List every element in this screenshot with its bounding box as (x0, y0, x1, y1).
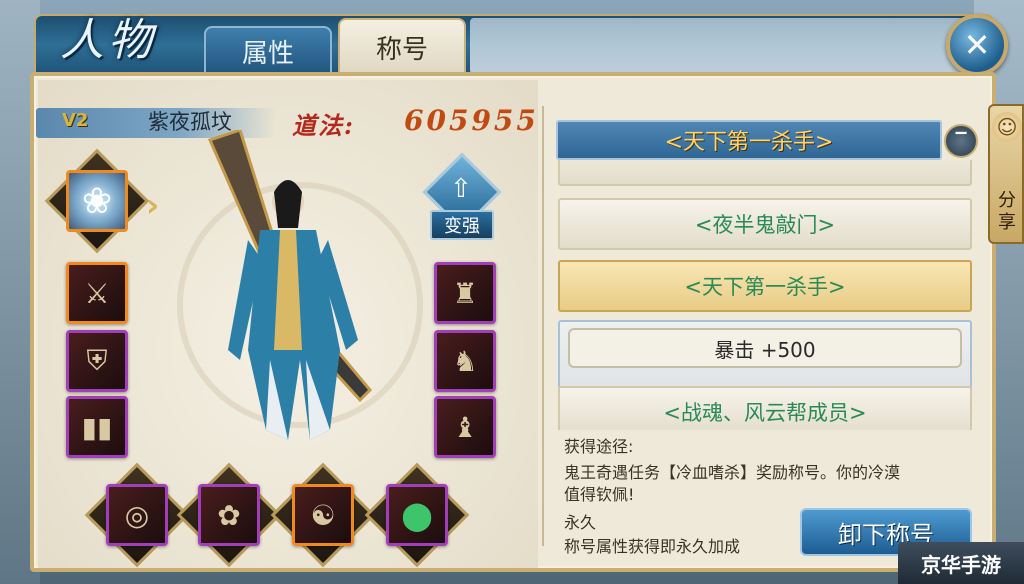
header-scenery (470, 18, 970, 74)
close-icon: ✕ (963, 26, 991, 64)
jade-icon[interactable]: ⬤ (386, 484, 448, 546)
window-title: 人物 (60, 15, 156, 66)
sword-icon[interactable]: ⚔ (66, 262, 128, 324)
arrow-up-icon: ⇧ (450, 174, 472, 204)
vip-badge: V2 (62, 110, 89, 131)
armor-glyph: ⛨ (86, 344, 108, 377)
duration: 永久 (564, 513, 597, 532)
upgrade-label: 变强 (430, 210, 494, 240)
chevron-right-icon[interactable]: › (146, 186, 159, 224)
share-button[interactable]: ☺ 分享 (988, 104, 1024, 244)
belt-glyph: ♝ (452, 410, 478, 444)
watermark: 京华手游 (898, 542, 1024, 584)
panel-divider (542, 106, 544, 546)
scroll-top-icon[interactable]: ▔ (944, 124, 978, 158)
monkey-icon: ☺ (992, 112, 1022, 142)
pendant-glyph: ☯ (310, 498, 336, 532)
boots-icon[interactable]: ▮▮ (66, 396, 128, 458)
source-text-line2: 值得钦佩! (564, 485, 635, 504)
duration-note: 称号属性获得即永久加成 (564, 537, 741, 556)
title-list: <夜半鬼敲门> <天下第一杀手> 暴击 +500 <战魂、风云帮成员> (554, 160, 978, 430)
close-button[interactable]: ✕ (946, 14, 1008, 76)
jade-glyph: ⬤ (401, 498, 433, 532)
source-label: 获得途径: (564, 437, 634, 456)
armor-icon[interactable]: ⛨ (66, 330, 128, 392)
title-item[interactable]: <战魂、风云帮成员> (558, 386, 972, 430)
belt-icon[interactable]: ♝ (434, 396, 496, 458)
selected-title-banner: <天下第一杀手> (556, 120, 942, 160)
title-item[interactable]: <夜半鬼敲门> (558, 198, 972, 250)
share-label: 分享 (998, 190, 1016, 233)
robe-icon[interactable]: ♞ (434, 330, 496, 392)
sword-glyph: ⚔ (84, 276, 110, 310)
helmet-glyph: ♜ (452, 276, 478, 310)
robe-glyph: ♞ (452, 344, 478, 378)
ring-icon[interactable]: ◎ (106, 484, 168, 546)
boots-glyph: ▮▮ (81, 410, 113, 444)
upgrade-button[interactable]: ⇧ 变强 (422, 152, 502, 244)
lotus-icon[interactable] (66, 170, 128, 232)
pendant-icon[interactable]: ☯ (292, 484, 354, 546)
character-model (177, 130, 423, 440)
necklace-icon[interactable]: ✿ (198, 484, 260, 546)
title-item-active[interactable]: <天下第一杀手> (558, 260, 972, 312)
source-text-line1: 鬼王奇遇任务【冷血嗜杀】奖励称号。你的冷漠 (564, 463, 901, 482)
ring-glyph: ◎ (124, 498, 150, 532)
title-item-partial (558, 160, 972, 186)
helmet-icon[interactable]: ♜ (434, 262, 496, 324)
title-attribute: 暴击 +500 (568, 328, 962, 368)
tab-titles[interactable]: 称号 (338, 18, 466, 74)
necklace-glyph: ✿ (217, 498, 241, 532)
tab-attributes[interactable]: 属性 (204, 26, 332, 74)
